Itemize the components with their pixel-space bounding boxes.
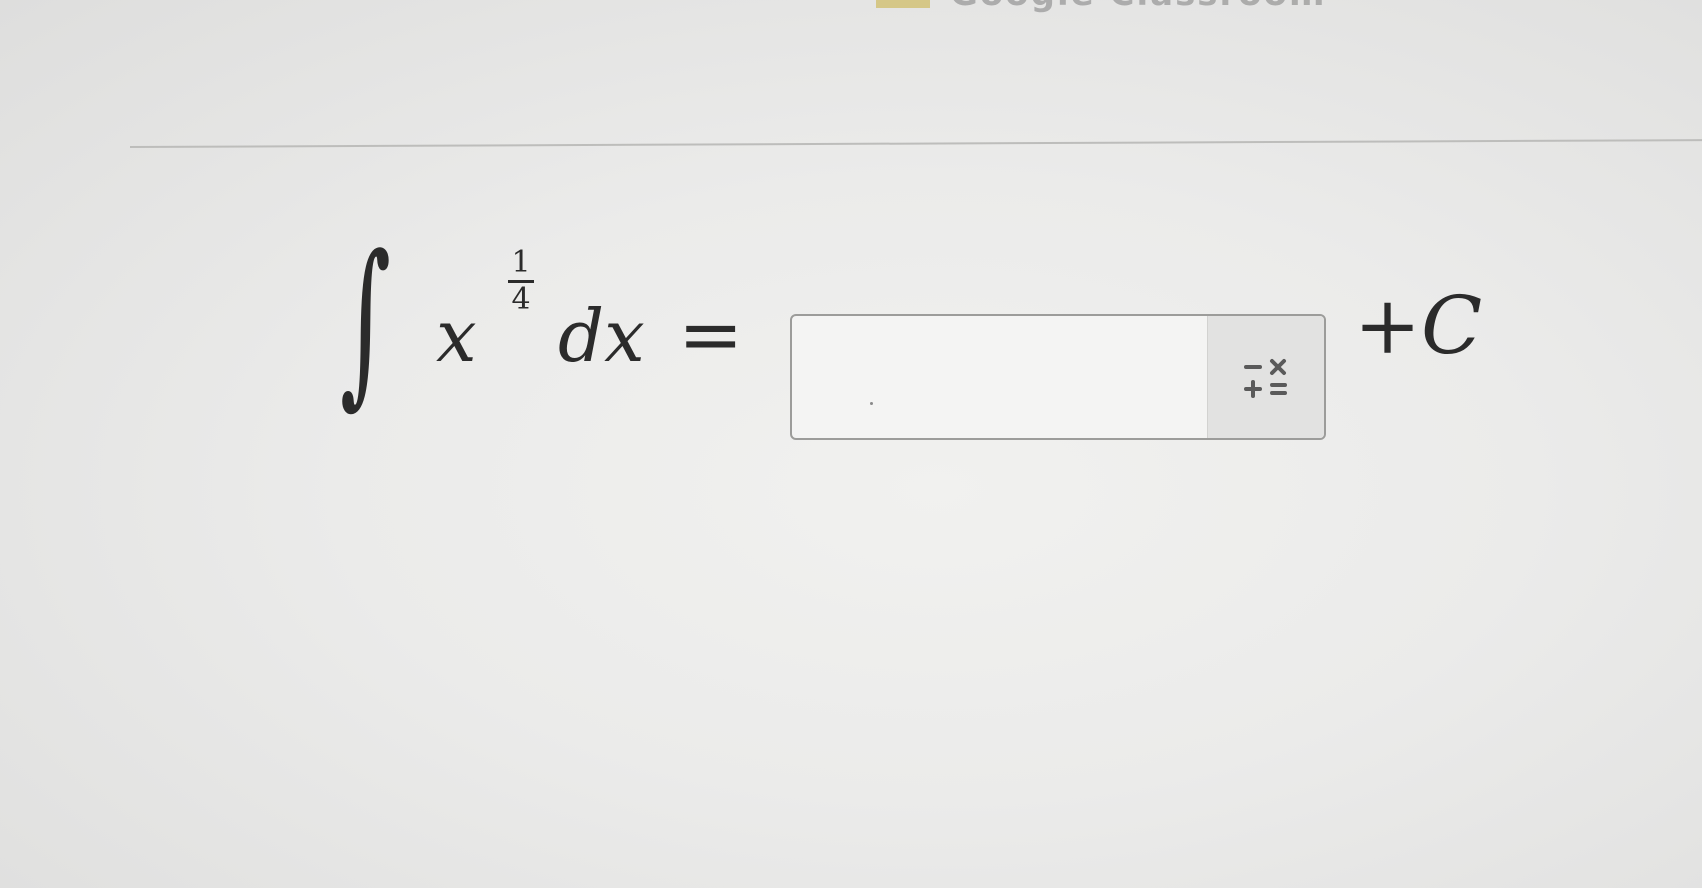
answer-box [790, 314, 1326, 440]
integral-sign: ∫ [340, 217, 392, 424]
bookmark-label[interactable]: Google Classroom [950, 0, 1326, 14]
constant-plus: + [1354, 279, 1422, 372]
math-keypad-icon [1244, 359, 1287, 398]
constant-letter: C [1421, 279, 1483, 372]
differential: dx [558, 294, 645, 378]
answer-input[interactable] [792, 316, 1210, 438]
exponent-numerator: 1 [511, 245, 531, 280]
constant-of-integration: +C [1354, 286, 1482, 366]
section-divider [129, 139, 1702, 148]
exponent-denominator: 4 [511, 282, 531, 317]
classroom-logo-icon [876, 0, 930, 8]
input-cursor [870, 402, 873, 405]
math-keypad-button[interactable] [1207, 316, 1324, 438]
exponent-fraction: 1 4 [504, 248, 538, 315]
browser-bookmark-bar: Google Classroom [0, 0, 1702, 20]
integral-problem: ∫ x 1 4 dx = +C [340, 232, 1580, 462]
equals-sign: = [678, 290, 744, 380]
integrand-variable: x [436, 294, 477, 378]
